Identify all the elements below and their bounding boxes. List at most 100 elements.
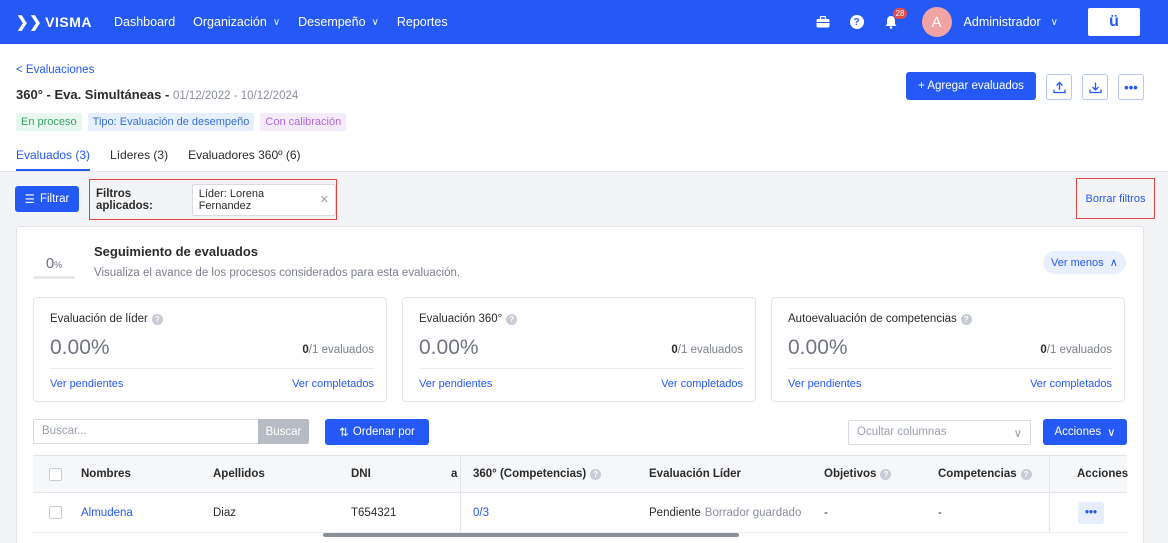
card-title: Evaluación 360°? xyxy=(419,313,518,325)
add-evaluados-button[interactable]: + Agregar evaluados xyxy=(906,72,1036,100)
search-button[interactable]: Buscar xyxy=(258,419,309,444)
avatar[interactable]: A xyxy=(921,7,952,37)
sort-button[interactable]: ⇅ Ordenar por xyxy=(325,419,429,445)
col-evaluacion-lider[interactable]: Evaluación Líder xyxy=(649,456,741,492)
ver-pendientes-link[interactable]: Ver pendientes xyxy=(50,378,123,390)
visma-logo-mark-icon: ❯❯ xyxy=(16,14,43,31)
row-objetivos: - xyxy=(824,506,828,519)
card-evaluacion-360: Evaluación 360°? 0.00% 0/1 evaluados Ver… xyxy=(402,297,756,402)
row-competencias: - xyxy=(938,506,942,519)
row-apellidos: Diaz xyxy=(213,506,237,519)
nav-organizacion[interactable]: Organización ∨ xyxy=(193,15,280,29)
divider xyxy=(419,368,743,369)
card-value: 0.00% xyxy=(419,336,479,359)
download-button[interactable] xyxy=(1082,74,1108,100)
back-link[interactable]: < Evaluaciones xyxy=(16,64,94,76)
nav-desempeno[interactable]: Desempeño ∨ xyxy=(298,15,379,29)
nav-reportes[interactable]: Reportes xyxy=(397,15,448,29)
upload-icon xyxy=(1052,81,1066,93)
select-all-checkbox[interactable] xyxy=(49,456,62,492)
applied-filters: Filtros aplicados: Líder: Lorena Fernand… xyxy=(89,179,337,220)
ver-completados-link[interactable]: Ver completados xyxy=(292,378,374,390)
ver-completados-link[interactable]: Ver completados xyxy=(1030,378,1112,390)
row-nombres-link[interactable]: Almudena xyxy=(81,493,133,532)
card-title-text: Autoevaluación de competencias xyxy=(788,313,957,325)
row-actions-button[interactable]: ••• xyxy=(1078,493,1104,532)
tab-evaluados[interactable]: Evaluados (3) xyxy=(16,148,91,171)
row-checkbox[interactable] xyxy=(49,493,62,532)
card-count: 0/1 evaluados xyxy=(671,344,743,356)
help-icon[interactable]: ? xyxy=(1020,468,1032,480)
card-title: Autoevaluación de competencias? xyxy=(788,313,972,325)
help-icon[interactable]: ? xyxy=(880,468,892,480)
hide-columns-select[interactable]: Ocultar columnas ∨ xyxy=(848,420,1031,445)
logo-text: VISMA xyxy=(45,14,92,30)
calibration-badge: Con calibración xyxy=(260,113,347,131)
visma-logo[interactable]: ❯❯ VISMA xyxy=(16,13,96,31)
more-options-button[interactable]: ••• xyxy=(1118,74,1144,100)
col-apellidos[interactable]: Apellidos xyxy=(213,456,265,492)
card-title: Evaluación de líder? xyxy=(50,313,163,325)
tabs: Evaluados (3) Líderes (3) Evaluadores 36… xyxy=(16,148,301,171)
sort-button-label: Ordenar por xyxy=(352,426,415,438)
card-autoevaluacion: Autoevaluación de competencias? 0.00% 0/… xyxy=(771,297,1125,402)
search-input[interactable]: Buscar... xyxy=(33,419,258,444)
filter-button[interactable]: ☰ Filtrar xyxy=(15,186,79,212)
help-icon[interactable]: ? xyxy=(840,0,874,44)
status-badge: En proceso xyxy=(16,113,82,131)
tab-lideres[interactable]: Líderes (3) xyxy=(110,148,168,171)
ver-menos-toggle[interactable]: Ver menos ∧ xyxy=(1043,251,1126,274)
brand-logo[interactable]: ü xyxy=(1088,8,1140,36)
nav-reportes-label: Reportes xyxy=(396,15,448,29)
nav-dashboard[interactable]: Dashboard xyxy=(114,15,175,29)
divider xyxy=(50,368,374,369)
progress-bar xyxy=(33,276,75,279)
bell-icon[interactable]: 28 xyxy=(874,0,908,44)
applied-filters-label: Filtros aplicados: xyxy=(96,187,153,212)
help-icon[interactable]: ? xyxy=(506,313,518,325)
ver-completados-link[interactable]: Ver completados xyxy=(661,378,743,390)
user-name: Administrador xyxy=(963,15,1041,29)
row-evaluacion-lider: Pendiente Borrador guardado xyxy=(649,493,801,532)
col-competencias-label: Competencias xyxy=(938,468,1017,480)
more-icon: ••• xyxy=(1078,501,1104,524)
col-competencias[interactable]: Competencias? xyxy=(938,456,1032,492)
card-value: 0.00% xyxy=(788,336,848,359)
card-title-text: Evaluación 360° xyxy=(419,313,503,325)
card-evaluacion-lider: Evaluación de líder? 0.00% 0/1 evaluados… xyxy=(33,297,387,402)
chevron-down-icon: ∨ xyxy=(1050,16,1058,28)
card-count-total: /1 evaluados xyxy=(677,344,743,356)
row-360-link[interactable]: 0/3 xyxy=(473,493,489,532)
help-icon[interactable]: ? xyxy=(590,468,602,480)
actions-button[interactable]: Acciones ∨ xyxy=(1043,419,1127,445)
upload-button[interactable] xyxy=(1046,74,1072,100)
col-truncated: a xyxy=(451,468,458,480)
tab-evaluadores-360[interactable]: Evaluadores 360º (6) xyxy=(188,148,300,171)
chevron-down-icon: ∨ xyxy=(371,16,379,28)
help-icon[interactable]: ? xyxy=(960,313,972,325)
ver-pendientes-link[interactable]: Ver pendientes xyxy=(788,378,861,390)
col-acciones: Acciones xyxy=(1077,468,1129,480)
briefcase-icon[interactable] xyxy=(806,0,840,44)
download-icon xyxy=(1088,82,1102,93)
filter-chip-lider[interactable]: Líder: Lorena Fernandez ✕ xyxy=(191,183,336,216)
ver-pendientes-link[interactable]: Ver pendientes xyxy=(419,378,492,390)
card-count-total: /1 evaluados xyxy=(1046,344,1112,356)
type-badge: Tipo: Evaluación de desempeño xyxy=(87,113,255,131)
col-360-label: 360° (Competencias) xyxy=(473,468,587,480)
user-menu[interactable]: Administrador ∨ xyxy=(964,15,1058,29)
clear-filters-link[interactable]: Borrar filtros xyxy=(1076,178,1155,219)
horizontal-scrollbar[interactable] xyxy=(323,533,739,537)
col-nombres[interactable]: Nombres xyxy=(81,456,131,492)
col-dni[interactable]: DNI xyxy=(351,456,371,492)
card-value: 0.00% xyxy=(50,336,110,359)
col-360-competencias[interactable]: 360° (Competencias)? xyxy=(473,456,602,492)
close-icon[interactable]: ✕ xyxy=(320,193,329,206)
progress-indicator: 0% xyxy=(33,255,75,279)
card-title-text: Evaluación de líder xyxy=(50,313,148,325)
sort-icon: ⇅ xyxy=(339,427,349,439)
chevron-down-icon: ∨ xyxy=(272,16,281,28)
card-count: 0/1 evaluados xyxy=(1040,344,1112,356)
col-objetivos[interactable]: Objetivos? xyxy=(824,456,892,492)
help-icon[interactable]: ? xyxy=(151,313,163,325)
